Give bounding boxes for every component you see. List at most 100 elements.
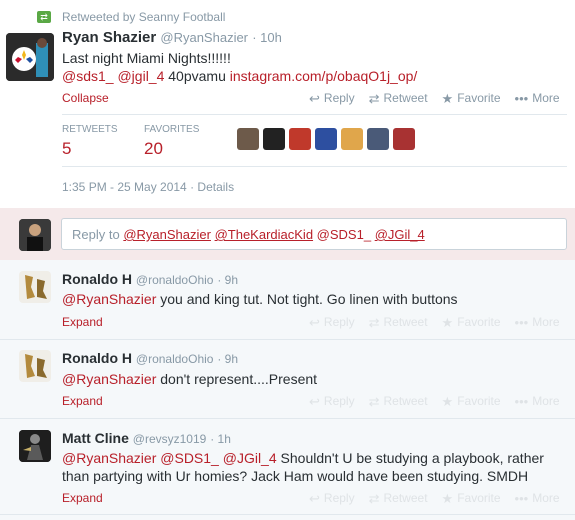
user-handle[interactable]: @ronaldoOhio [136, 273, 214, 287]
retweet-icon: ⇄ [368, 90, 380, 106]
retweet-button[interactable]: ⇄ Retweet [369, 91, 428, 105]
more-icon: ••• [514, 490, 529, 506]
more-icon: ••• [514, 90, 529, 106]
details-link[interactable]: Details [197, 180, 234, 194]
mention-link[interactable]: @sds1_ [62, 68, 114, 84]
retweet-label: Retweet [383, 315, 428, 329]
retweets-label: RETWEETS [62, 124, 118, 135]
more-label: More [532, 91, 560, 105]
collapse-link[interactable]: Collapse [62, 91, 109, 105]
tweet-text: than partying with Ur homies? Jack Ham w… [62, 468, 529, 484]
instagram-link[interactable]: instagram.com/p/obaqO1j_op/ [230, 68, 418, 84]
reply-label: Reply [323, 394, 355, 408]
reply-button[interactable]: ↩ Reply [309, 394, 355, 408]
king-tut-icon [19, 271, 51, 303]
favorites-count[interactable]: 20 [144, 139, 163, 159]
reply-button[interactable]: ↩ Reply [309, 491, 355, 505]
mention-link: @SDS1_ [316, 227, 372, 242]
retweet-icon: ⇄ [368, 490, 380, 506]
retweet-icon: ⇄ [368, 314, 380, 330]
mention-link[interactable]: @JGil_4 [223, 450, 277, 466]
favorite-button[interactable]: ★ Favorite [442, 394, 501, 408]
steelers-logo-icon [6, 33, 54, 81]
reply-icon: ↩ [309, 314, 320, 330]
expand-link[interactable]: Expand [62, 315, 103, 329]
user-name[interactable]: Matt Cline [62, 430, 129, 446]
reply-icon: ↩ [309, 490, 320, 506]
more-button[interactable]: ••• More [515, 491, 560, 505]
king-tut-icon [19, 350, 51, 382]
reply-icon: ↩ [309, 90, 320, 106]
tweet-text-line1: Last night Miami Nights!!!!!! [62, 50, 231, 66]
user-handle[interactable]: @RyanShazier [160, 30, 248, 45]
mention-link[interactable]: @SDS1_ [160, 450, 219, 466]
reply-button[interactable]: ↩ Reply [309, 315, 355, 329]
avatar[interactable] [315, 128, 337, 150]
tweet-text: Shouldn't U be studying a playbook, rath… [280, 450, 544, 466]
avatar [19, 219, 51, 251]
retweeted-by-label: Retweeted by Seanny Football [62, 10, 226, 24]
favorite-button[interactable]: ★ Favorite [442, 315, 501, 329]
more-button[interactable]: ••• More [515, 394, 560, 408]
reply-label: Reply [323, 491, 355, 505]
tweet-time[interactable]: · 9h [217, 352, 238, 366]
user-handle[interactable]: @ronaldoOhio [136, 352, 214, 366]
retweet-icon: ⇄ [37, 11, 51, 23]
more-icon: ••• [514, 314, 529, 330]
favorite-label: Favorite [457, 394, 501, 408]
avatar[interactable] [237, 128, 259, 150]
user-name[interactable]: Ryan Shazier [62, 29, 156, 46]
mention-link[interactable]: @RyanShazier [62, 450, 156, 466]
tweet-timestamp: 1:35 PM - 25 May 2014 [62, 180, 187, 194]
game-character-icon [19, 430, 51, 462]
retweet-label: Retweet [383, 91, 428, 105]
reply-icon: ↩ [309, 393, 320, 409]
retweet-label: Retweet [383, 491, 428, 505]
reply-label: Reply [323, 91, 355, 105]
favorite-button[interactable]: ★ Favorite [442, 491, 501, 505]
reply-button[interactable]: ↩ Reply [309, 91, 355, 105]
avatar[interactable] [367, 128, 389, 150]
reply-label: Reply [323, 315, 355, 329]
favorite-button[interactable]: ★ Favorite [442, 91, 501, 105]
retweet-button[interactable]: ⇄ Retweet [369, 315, 428, 329]
avatar[interactable] [393, 128, 415, 150]
retweet-label: Retweet [383, 394, 428, 408]
avatar[interactable] [341, 128, 363, 150]
star-icon: ★ [441, 90, 454, 106]
retweets-count[interactable]: 5 [62, 139, 71, 159]
user-name[interactable]: Ronaldo H [62, 350, 132, 366]
favorite-label: Favorite [457, 315, 501, 329]
mention-link[interactable]: @jgil_4 [117, 68, 164, 84]
avatar[interactable] [289, 128, 311, 150]
tweet-time[interactable]: · 9h [217, 273, 238, 287]
favorite-label: Favorite [457, 91, 501, 105]
expand-link[interactable]: Expand [62, 394, 103, 408]
expand-link[interactable]: Expand [62, 491, 103, 505]
avatar[interactable] [263, 128, 285, 150]
mention-link: @TheKardiacKid [214, 227, 314, 242]
star-icon: ★ [441, 393, 454, 409]
mention-link: @RyanShazier [123, 227, 211, 242]
mention-link[interactable]: @RyanShazier [62, 371, 156, 387]
mention-link[interactable]: @RyanShazier [62, 291, 156, 307]
more-icon: ••• [514, 393, 529, 409]
favoriters-avatars [237, 128, 419, 153]
more-button[interactable]: ••• More [515, 315, 560, 329]
tweet-text: you and king tut. Not tight. Go linen wi… [160, 291, 458, 307]
user-handle[interactable]: @revsyz1019 [133, 432, 207, 446]
avatar[interactable] [6, 33, 54, 81]
avatar[interactable] [19, 430, 51, 462]
retweet-button[interactable]: ⇄ Retweet [369, 394, 428, 408]
more-button[interactable]: ••• More [515, 91, 560, 105]
retweet-button[interactable]: ⇄ Retweet [369, 491, 428, 505]
reply-input[interactable]: Reply to @RyanShazier @TheKardiacKid @SD… [61, 218, 567, 250]
tweet-time[interactable]: · 1h [210, 432, 231, 446]
tweet-time[interactable]: · 10h [252, 30, 282, 45]
avatar[interactable] [19, 350, 51, 382]
favorites-label: FAVORITES [144, 124, 200, 135]
tweet-text-fragment: 40pvamu [168, 68, 226, 84]
avatar[interactable] [19, 271, 51, 303]
user-name[interactable]: Ronaldo H [62, 271, 132, 287]
more-label: More [532, 491, 560, 505]
